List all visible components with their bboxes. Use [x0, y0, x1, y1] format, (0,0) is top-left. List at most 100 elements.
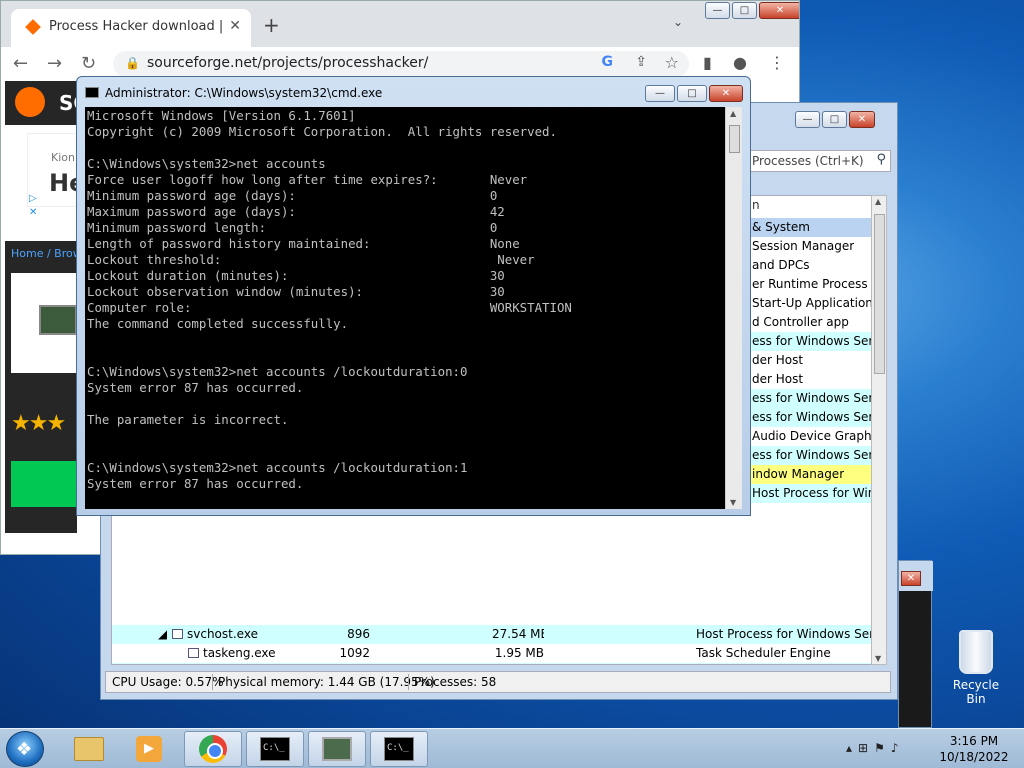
- media-player-icon: ▶: [136, 736, 162, 762]
- console-output[interactable]: Microsoft Windows [Version 6.1.7601] Cop…: [85, 107, 725, 509]
- ad-close-icon[interactable]: ✕: [29, 207, 37, 218]
- tab-close-icon[interactable]: ✕: [229, 18, 241, 34]
- chrome-icon: [199, 735, 227, 763]
- process-search-input[interactable]: Processes (Ctrl+K) ⚲: [741, 150, 891, 172]
- taskbar-cmd-2[interactable]: C:\_: [370, 731, 428, 767]
- maximize-button[interactable]: □: [732, 2, 757, 19]
- new-tab-button[interactable]: +: [263, 13, 280, 37]
- process-description: ess for Windows Ser...: [752, 334, 879, 348]
- ph-window-controls: — □ ✕: [795, 111, 875, 128]
- share-icon[interactable]: ⇪: [635, 54, 647, 70]
- process-private-bytes: 1.95 MB: [494, 646, 544, 660]
- process-row[interactable]: taskeng.exe 1092 1.95 MB Task Scheduler Eng…: [112, 644, 878, 663]
- cmd-minimize-button[interactable]: —: [645, 85, 675, 102]
- clock[interactable]: 3:16 PM 10/18/2022: [934, 733, 1014, 765]
- reload-button[interactable]: ↻: [81, 53, 96, 74]
- browser-window-controls: — □ ✕: [705, 2, 799, 19]
- process-private-bytes: 27.54 MB: [492, 627, 544, 641]
- background-close-button[interactable]: ✕: [901, 571, 921, 586]
- sourceforge-header: SO: [5, 81, 90, 125]
- system-tray-icons[interactable]: ▴⊞⚑♪: [846, 741, 905, 755]
- ph-maximize-button[interactable]: □: [822, 111, 847, 128]
- download-button[interactable]: [11, 461, 77, 507]
- forward-button[interactable]: →: [47, 53, 62, 74]
- process-description: Host Process for Windows Ser...: [752, 486, 878, 500]
- project-thumbnail: [11, 273, 77, 373]
- clock-date: 10/18/2022: [939, 750, 1009, 764]
- description-column-header[interactable]: n: [752, 198, 878, 218]
- taskbar-chrome[interactable]: [184, 731, 242, 767]
- breadcrumb[interactable]: Home / Brow: [11, 247, 82, 260]
- cmd-maximize-button[interactable]: □: [677, 85, 707, 102]
- taskbar-process-hacker[interactable]: [308, 731, 366, 767]
- side-panel-icon[interactable]: ▮: [703, 53, 712, 72]
- scroll-thumb[interactable]: [874, 214, 885, 374]
- windows-logo-icon: ❖: [16, 739, 33, 760]
- scroll-thumb[interactable]: [729, 125, 740, 153]
- process-count: Processes: 58: [414, 675, 497, 689]
- back-button[interactable]: ←: [13, 53, 28, 74]
- menu-kebab-icon[interactable]: ⋮: [769, 53, 785, 72]
- cmd-icon: C:\_: [260, 737, 290, 761]
- minimize-button[interactable]: —: [705, 2, 730, 19]
- scroll-down-icon[interactable]: ▼: [875, 654, 881, 663]
- process-description: ess for Windows Ser...: [752, 391, 879, 405]
- close-button[interactable]: ✕: [759, 2, 799, 19]
- process-pid: 896: [347, 627, 370, 641]
- status-bar: CPU Usage: 0.57% Physical memory: 1.44 G…: [105, 671, 891, 693]
- process-description: ess for Windows Ser...: [752, 448, 879, 462]
- tab-strip: Process Hacker download | Sourc ✕ + ⌄ — …: [1, 1, 799, 47]
- taskbar: ❖ ▶ C:\_ C:\_ ▴⊞⚑♪ 3:16 PM 10/18/2022: [0, 728, 1024, 768]
- ph-minimize-button[interactable]: —: [795, 111, 820, 128]
- clock-time: 3:16 PM: [949, 734, 999, 748]
- process-description: der Host: [752, 372, 804, 386]
- search-icon[interactable]: ⚲: [876, 152, 886, 167]
- physical-memory: Physical memory: 1.44 GB (17.95%): [218, 675, 435, 689]
- recycle-bin[interactable]: Recycle Bin: [944, 630, 1008, 706]
- process-description: er Runtime Process: [752, 277, 868, 291]
- ad-text-1: Kion: [51, 151, 75, 164]
- scroll-down-icon[interactable]: ▼: [730, 498, 736, 507]
- profile-avatar-icon[interactable]: ●: [733, 53, 747, 72]
- process-row[interactable]: svchost.exe9847.66 MBHost Process for Wi…: [112, 663, 878, 664]
- process-icon: [188, 648, 199, 658]
- process-hacker-icon: [322, 737, 352, 761]
- process-description: ess for Windows Ser...: [752, 410, 879, 424]
- address-bar[interactable]: 🔒 sourceforge.net/projects/processhacker…: [113, 51, 689, 77]
- cpu-usage: CPU Usage: 0.57%: [112, 675, 224, 689]
- scroll-up-icon[interactable]: ▲: [730, 109, 736, 118]
- browser-tab[interactable]: Process Hacker download | Sourc ✕: [11, 9, 251, 47]
- recycle-bin-icon: [959, 630, 993, 674]
- taskbar-media-player[interactable]: ▶: [120, 731, 178, 767]
- scroll-up-icon[interactable]: ▲: [875, 197, 881, 206]
- cmd-window-controls: — □ ✕: [645, 85, 743, 102]
- process-description: & System: [752, 220, 810, 234]
- process-tree-scrollbar[interactable]: ▲ ▼: [871, 195, 887, 665]
- recycle-bin-label: Recycle Bin: [952, 678, 1000, 706]
- sourceforge-favicon-icon: [25, 19, 41, 35]
- process-description: Task Scheduler Engine: [696, 646, 831, 660]
- ad-choices-icon[interactable]: ▷: [29, 193, 37, 204]
- background-window-caption: ✕: [899, 561, 933, 591]
- ph-close-button[interactable]: ✕: [849, 111, 875, 128]
- search-placeholder: Processes (Ctrl+K): [752, 154, 864, 168]
- tab-search-button[interactable]: ⌄: [673, 15, 683, 29]
- cmd-close-button[interactable]: ✕: [709, 85, 743, 102]
- cmd-scrollbar[interactable]: ▲ ▼: [725, 107, 742, 509]
- process-name: taskeng.exe: [188, 646, 276, 660]
- process-description: Host Process for Windows Ser...: [696, 627, 872, 641]
- tab-title: Process Hacker download | Sourc: [49, 19, 227, 34]
- google-lens-icon[interactable]: G: [602, 54, 614, 70]
- start-button[interactable]: ❖: [6, 731, 44, 767]
- folder-icon: [74, 737, 104, 761]
- process-description: Session Manager: [752, 239, 855, 253]
- taskbar-cmd-1[interactable]: C:\_: [246, 731, 304, 767]
- bookmark-star-icon[interactable]: ☆: [665, 53, 679, 72]
- sourceforge-logo-icon: [15, 87, 45, 117]
- background-window: ✕: [898, 560, 933, 728]
- url-text: sourceforge.net/projects/processhacker/: [147, 55, 429, 71]
- process-row[interactable]: ◢ svchost.exe 896 27.54 MB Host Process for …: [112, 625, 878, 644]
- taskbar-explorer[interactable]: [60, 731, 118, 767]
- process-description: Audio Device Graph...: [752, 429, 879, 443]
- rating-stars: ★★★: [11, 411, 66, 436]
